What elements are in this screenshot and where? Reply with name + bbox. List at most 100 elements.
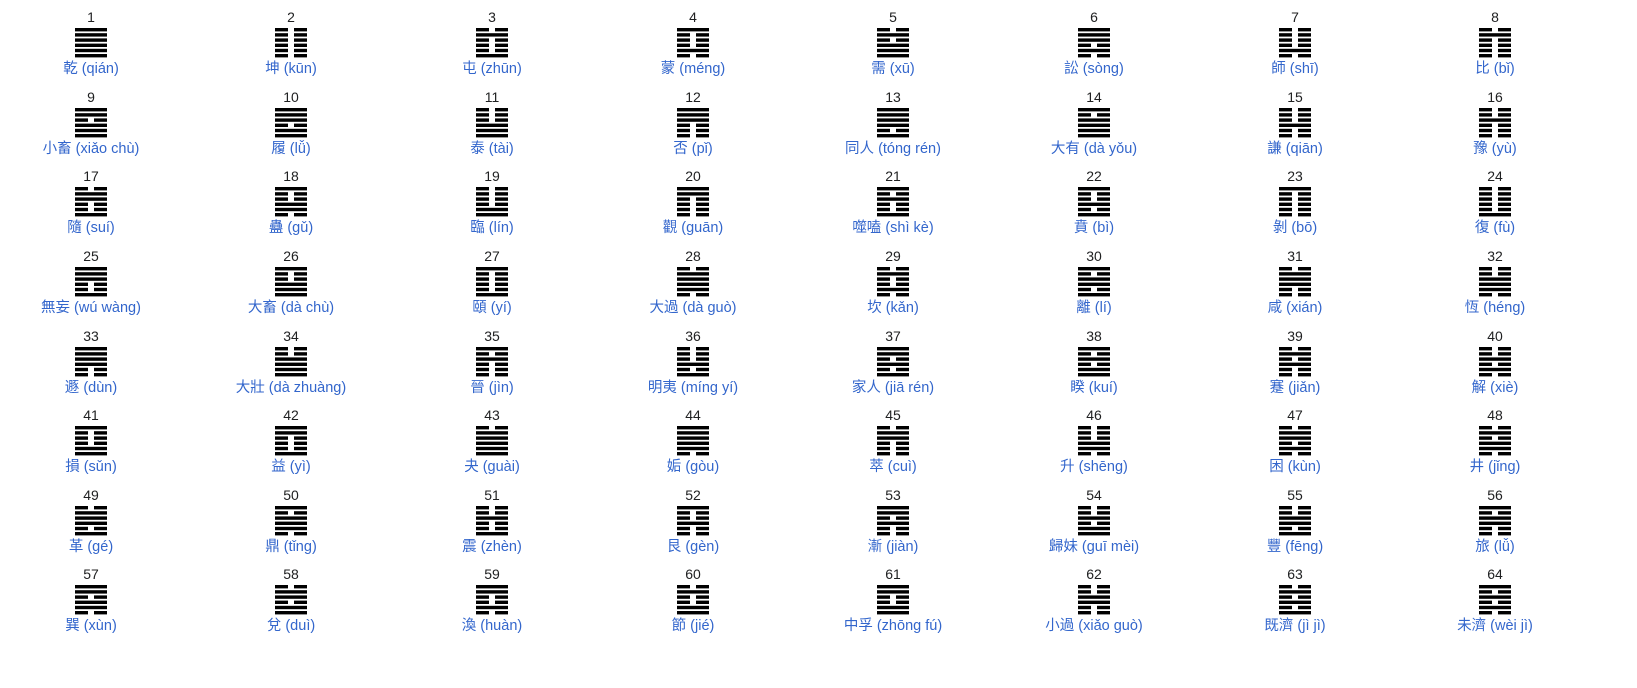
hexagram-name-link[interactable]: 剝 (bō) bbox=[1273, 219, 1317, 237]
hexagram-name-link[interactable]: 師 (shī) bbox=[1271, 60, 1319, 78]
yin-line-segment bbox=[476, 426, 489, 430]
hexagram-name-link[interactable]: 蠱 (gǔ) bbox=[269, 219, 313, 237]
hexagram-name-link[interactable]: 未濟 (wèi jì) bbox=[1457, 617, 1533, 635]
yin-line-segment bbox=[677, 585, 690, 589]
hexagram-name-link[interactable]: 損 (sǔn) bbox=[65, 458, 117, 476]
hexagram-name-link[interactable]: 小畜 (xiǎo chù) bbox=[43, 140, 140, 158]
hexagram-name-link[interactable]: 遯 (dùn) bbox=[65, 379, 117, 397]
hexagram-name-link[interactable]: 歸妹 (guī mèi) bbox=[1049, 538, 1139, 556]
yin-line-segment bbox=[1097, 436, 1110, 440]
hexagram-symbol-icon bbox=[476, 187, 508, 217]
yang-line bbox=[1078, 267, 1110, 271]
hexagram-name-link[interactable]: 蒙 (méng) bbox=[661, 60, 725, 78]
yin-line-segment bbox=[677, 54, 690, 58]
hexagram-name-link[interactable]: 既濟 (jì jì) bbox=[1264, 617, 1325, 635]
hexagram-name-link[interactable]: 革 (gé) bbox=[69, 538, 113, 556]
hexagram-name-link[interactable]: 比 (bǐ) bbox=[1475, 60, 1514, 78]
hexagram-cell: 5 需 (xū) bbox=[803, 9, 983, 78]
hexagram-name-link[interactable]: 旅 (lǚ) bbox=[1475, 538, 1514, 556]
hexagram-name-link[interactable]: 姤 (gòu) bbox=[667, 458, 719, 476]
hexagram-cell: 48 井 (jǐng) bbox=[1405, 407, 1585, 476]
hexagram-name-link[interactable]: 井 (jǐng) bbox=[1470, 458, 1521, 476]
yin-line-segment bbox=[1479, 426, 1492, 430]
hexagram-name-link[interactable]: 同人 (tóng rén) bbox=[845, 140, 941, 158]
yin-line-segment bbox=[1479, 38, 1492, 42]
hexagram-name-link[interactable]: 頤 (yí) bbox=[472, 299, 511, 317]
hexagram-symbol-icon bbox=[75, 28, 107, 58]
yin-line-segment bbox=[896, 532, 909, 536]
hexagram-name-link[interactable]: 乾 (qián) bbox=[63, 60, 119, 78]
yin-line-segment bbox=[1078, 611, 1091, 615]
hexagram-number: 19 bbox=[484, 168, 500, 184]
yang-line bbox=[75, 192, 107, 196]
hexagram-cell: 54 歸妹 (guī mèi) bbox=[1004, 487, 1184, 556]
hexagram-name-link[interactable]: 解 (xiè) bbox=[1472, 379, 1519, 397]
hexagram-name-link[interactable]: 漸 (jiàn) bbox=[868, 538, 919, 556]
hexagram-name-link[interactable]: 晉 (jìn) bbox=[470, 379, 514, 397]
yin-line-segment bbox=[294, 441, 307, 445]
hexagram-name-link[interactable]: 兌 (duì) bbox=[267, 617, 315, 635]
yin-line-segment bbox=[75, 506, 88, 510]
hexagram-name-link[interactable]: 萃 (cuì) bbox=[869, 458, 917, 476]
hexagram-name-link[interactable]: 鼎 (tǐng) bbox=[265, 538, 317, 556]
hexagram-name-link[interactable]: 大畜 (dà chù) bbox=[248, 299, 334, 317]
hexagram-name-link[interactable]: 豐 (fēng) bbox=[1267, 538, 1323, 556]
hexagram-name-link[interactable]: 睽 (kuí) bbox=[1070, 379, 1118, 397]
yang-line bbox=[1479, 367, 1511, 372]
hexagram-name-link[interactable]: 咸 (xián) bbox=[1268, 299, 1323, 317]
hexagram-name-link[interactable]: 觀 (guān) bbox=[663, 219, 723, 237]
yin-line-segment bbox=[1498, 108, 1511, 112]
hexagram-name-link[interactable]: 蹇 (jiǎn) bbox=[1270, 379, 1321, 397]
hexagram-name-link[interactable]: 節 (jié) bbox=[672, 617, 715, 635]
yin-line-segment bbox=[294, 38, 307, 42]
hexagram-name-link[interactable]: 履 (lǚ) bbox=[271, 140, 310, 158]
yang-line bbox=[476, 441, 508, 445]
yin-line-segment bbox=[1498, 600, 1511, 604]
hexagram-name-link[interactable]: 震 (zhèn) bbox=[462, 538, 522, 556]
yin-line-segment bbox=[1097, 287, 1110, 292]
hexagram-name-link[interactable]: 艮 (gèn) bbox=[667, 538, 719, 556]
hexagram-name-link[interactable]: 噬嗑 (shì kè) bbox=[852, 219, 933, 237]
hexagram-name-link[interactable]: 屯 (zhūn) bbox=[462, 60, 522, 78]
hexagram-name-link[interactable]: 豫 (yù) bbox=[1473, 140, 1517, 158]
hexagram-name-link[interactable]: 大有 (dà yǒu) bbox=[1051, 140, 1137, 158]
hexagram-name-link[interactable]: 泰 (tài) bbox=[470, 140, 514, 158]
hexagram-name-link[interactable]: 恆 (héng) bbox=[1465, 299, 1525, 317]
yin-line-segment bbox=[1298, 605, 1311, 610]
yin-line-segment bbox=[896, 267, 909, 271]
yin-line-segment bbox=[495, 526, 508, 531]
hexagram-name-link[interactable]: 小過 (xiǎo guò) bbox=[1045, 617, 1143, 635]
hexagram-name-link[interactable]: 夬 (guài) bbox=[464, 458, 520, 476]
hexagram-name-link[interactable]: 升 (shēng) bbox=[1060, 458, 1128, 476]
hexagram-name-link[interactable]: 賁 (bì) bbox=[1074, 219, 1114, 237]
yang-line bbox=[677, 192, 709, 196]
hexagram-cell: 2 坤 (kūn) bbox=[201, 9, 381, 78]
hexagram-name-link[interactable]: 復 (fù) bbox=[1475, 219, 1515, 237]
hexagram-name-link[interactable]: 中孚 (zhōng fú) bbox=[844, 617, 942, 635]
yin-line-segment bbox=[1298, 54, 1311, 58]
yin-line-segment bbox=[476, 272, 489, 276]
hexagram-name-link[interactable]: 訟 (sòng) bbox=[1064, 60, 1124, 78]
hexagram-name-link[interactable]: 巽 (xùn) bbox=[65, 617, 117, 635]
hexagram-name-link[interactable]: 隨 (suí) bbox=[67, 219, 115, 237]
hexagram-name-link[interactable]: 渙 (huàn) bbox=[462, 617, 522, 635]
hexagram-name-link[interactable]: 家人 (jiā rén) bbox=[852, 379, 934, 397]
hexagram-name-link[interactable]: 坎 (kǎn) bbox=[867, 299, 919, 317]
hexagram-name-link[interactable]: 無妄 (wú wàng) bbox=[41, 299, 141, 317]
hexagram-name-link[interactable]: 臨 (lín) bbox=[470, 219, 514, 237]
hexagram-name-link[interactable]: 明夷 (míng yí) bbox=[648, 379, 738, 397]
yin-line-segment bbox=[1479, 113, 1492, 117]
yin-line-segment bbox=[476, 187, 489, 191]
hexagram-name-link[interactable]: 大壯 (dà zhuàng) bbox=[236, 379, 346, 397]
hexagram-name-link[interactable]: 困 (kùn) bbox=[1269, 458, 1321, 476]
yang-line bbox=[75, 605, 107, 610]
hexagram-name-link[interactable]: 謙 (qiān) bbox=[1267, 140, 1323, 158]
hexagram-name-link[interactable]: 離 (lí) bbox=[1076, 299, 1111, 317]
hexagram-name-link[interactable]: 坤 (kūn) bbox=[265, 60, 317, 78]
hexagram-cell: 1 乾 (qián) bbox=[1, 9, 181, 78]
yin-line-segment bbox=[1279, 33, 1292, 37]
hexagram-name-link[interactable]: 需 (xū) bbox=[871, 60, 915, 78]
hexagram-name-link[interactable]: 否 (pǐ) bbox=[673, 140, 712, 158]
hexagram-name-link[interactable]: 益 (yì) bbox=[271, 458, 310, 476]
hexagram-name-link[interactable]: 大過 (dà guò) bbox=[649, 299, 736, 317]
